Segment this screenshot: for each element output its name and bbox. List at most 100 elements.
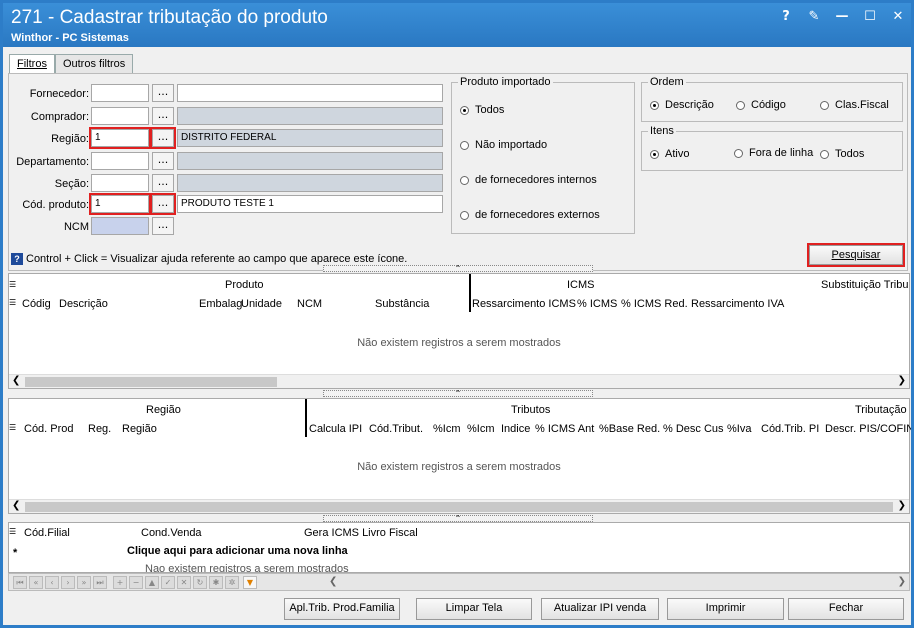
radio-fora-de-linha[interactable]: Fora de linha — [734, 147, 813, 159]
nav-next-page-icon[interactable]: » — [77, 576, 91, 589]
nav-prev-page-icon[interactable]: « — [29, 576, 43, 589]
scroll-left-icon[interactable]: ❮ — [12, 375, 20, 386]
apl-trib-prod-familia-button[interactable]: Apl.Trib. Prod.Familia — [284, 598, 400, 620]
horizontal-scrollbar[interactable]: ❮ ❯ — [9, 499, 909, 513]
col-embalagem[interactable]: Embalag — [199, 298, 242, 310]
edit-icon[interactable]: ✎ — [807, 9, 821, 24]
col-pct-icm-2[interactable]: %Icm — [467, 423, 495, 435]
nav-edit-icon[interactable]: ▲ — [145, 576, 159, 589]
col-calcula-ipi[interactable]: Calcula IPI — [309, 423, 362, 435]
col-cod-filial[interactable]: Cód.Filial — [24, 527, 70, 539]
help-icon[interactable]: ? — [779, 9, 793, 24]
scroll-right-icon[interactable]: ❯ — [898, 375, 906, 386]
col-descr-pis-cofins[interactable]: Descr. PIS/COFIN — [825, 423, 911, 435]
nav-next-icon[interactable]: › — [61, 576, 75, 589]
radio-fornecedores-internos[interactable]: de fornecedores internos — [460, 174, 597, 186]
radio-fornecedores-externos[interactable]: de fornecedores externos — [460, 209, 600, 221]
nav-filter-icon[interactable]: ▼ — [243, 576, 257, 589]
col-reg[interactable]: Reg. — [88, 423, 111, 435]
scroll-right-icon[interactable]: ❯ — [898, 500, 906, 511]
tab-outros-filtros[interactable]: Outros filtros — [54, 54, 134, 74]
horizontal-scrollbar[interactable]: ❮ ❯ — [9, 374, 909, 388]
scroll-thumb[interactable] — [25, 502, 893, 512]
col-cod-prod[interactable]: Cód. Prod — [24, 423, 74, 435]
departamento-code-input[interactable] — [91, 152, 149, 170]
nav-post-icon[interactable]: ✓ — [161, 576, 175, 589]
col-pct-icm-1[interactable]: %Icm — [433, 423, 461, 435]
maximize-icon[interactable]: ☐ — [863, 9, 877, 24]
atualizar-ipi-venda-button[interactable]: Atualizar IPI venda — [541, 598, 659, 620]
radio-nao-importado[interactable]: Não importado — [460, 139, 547, 151]
col-pct-iva[interactable]: %Iva — [727, 423, 751, 435]
fornecedor-search-button[interactable]: ... — [152, 84, 174, 102]
radio-ativo[interactable]: Ativo — [650, 148, 689, 160]
col-codigo[interactable]: Códig — [22, 298, 51, 310]
col-regiao[interactable]: Região — [122, 423, 157, 435]
radio-itens-todos[interactable]: Todos — [820, 148, 864, 160]
imprimir-button[interactable]: Imprimir — [667, 598, 784, 620]
scroll-left-icon[interactable]: ❮ — [12, 500, 20, 511]
nav-bookmark-icon[interactable]: ✱ — [209, 576, 223, 589]
navigator-bar: ⏮ « ‹ › » ⏭ + − ▲ ✓ ✕ ↻ ✱ ✲ ▼ ❮ ❯ — [8, 573, 910, 591]
nav-last-icon[interactable]: ⏭ — [93, 576, 107, 589]
col-cod-tribut[interactable]: Cód.Tribut. — [369, 423, 423, 435]
limpar-tela-button[interactable]: Limpar Tela — [416, 598, 532, 620]
scroll-thumb[interactable] — [25, 377, 277, 387]
nav-refresh-icon[interactable]: ↻ — [193, 576, 207, 589]
col-cond-venda[interactable]: Cond.Venda — [141, 527, 202, 539]
col-ressarcimento-iva[interactable]: Ressarcimento IVA — [691, 298, 784, 310]
col-indice[interactable]: Indice — [501, 423, 530, 435]
splitter-1[interactable]: ⌃ — [323, 265, 593, 273]
secao-search-button[interactable]: ... — [152, 174, 174, 192]
departamento-search-button[interactable]: ... — [152, 152, 174, 170]
splitter-3[interactable]: ⌃ — [323, 515, 593, 523]
col-pct-base-red[interactable]: %Base Red. — [599, 423, 660, 435]
col-pct-desc-cus[interactable]: % Desc Cus — [663, 423, 724, 435]
ncm-search-button[interactable]: ... — [152, 217, 174, 235]
regiao-code-input[interactable]: 1 — [89, 127, 151, 149]
splitter-2[interactable]: ⌃ — [323, 390, 593, 398]
col-gera-icms-livro-fiscal[interactable]: Gera ICMS Livro Fiscal — [304, 527, 418, 539]
column-chooser-icon[interactable]: ☰ — [9, 527, 16, 536]
nav-delete-icon[interactable]: − — [129, 576, 143, 589]
col-pct-icms-red[interactable]: % ICMS Red. — [621, 298, 688, 310]
nav-first-icon[interactable]: ⏮ — [13, 576, 27, 589]
column-chooser-icon[interactable]: ☰ — [9, 298, 16, 307]
radio-codigo[interactable]: Código — [736, 99, 786, 111]
pesquisar-button[interactable]: Pesquisar — [807, 243, 905, 267]
col-ressarcimento-icms[interactable]: Ressarcimento ICMS — [472, 298, 576, 310]
regiao-grid: Região Tributos Tributação ☰ Cód. Prod R… — [8, 398, 911, 514]
nav-cancel-icon[interactable]: ✕ — [177, 576, 191, 589]
cod-produto-search-button[interactable]: ... — [150, 193, 176, 215]
comprador-code-input[interactable] — [91, 107, 149, 125]
regiao-search-button[interactable]: ... — [150, 127, 176, 149]
fechar-button[interactable]: Fechar — [788, 598, 904, 620]
nav-goto-bookmark-icon[interactable]: ✲ — [225, 576, 239, 589]
col-descricao[interactable]: Descrição — [59, 298, 108, 310]
col-pct-icms[interactable]: % ICMS — [577, 298, 617, 310]
col-unidade[interactable]: Unidade — [241, 298, 282, 310]
title-bar: 271 - Cadastrar tributação do produto Wi… — [3, 3, 911, 47]
col-ncm[interactable]: NCM — [297, 298, 322, 310]
grid-menu-icon[interactable]: ☰ — [9, 280, 16, 289]
col-substancia[interactable]: Substância — [375, 298, 429, 310]
add-new-row[interactable]: Clique aqui para adicionar uma nova linh… — [127, 545, 348, 557]
tab-filtros[interactable]: Filtros — [9, 54, 55, 74]
cod-produto-input[interactable]: 1 — [89, 193, 151, 215]
scroll-right-icon[interactable]: ❯ — [898, 576, 906, 587]
comprador-search-button[interactable]: ... — [152, 107, 174, 125]
fornecedor-code-input[interactable] — [91, 84, 149, 102]
col-pct-icms-ant[interactable]: % ICMS Ant — [535, 423, 594, 435]
column-chooser-icon[interactable]: ☰ — [9, 423, 16, 432]
ncm-input[interactable] — [91, 217, 149, 235]
secao-code-input[interactable] — [91, 174, 149, 192]
radio-descricao[interactable]: Descrição — [650, 99, 714, 111]
radio-clas-fiscal[interactable]: Clas.Fiscal — [820, 99, 889, 111]
nav-prev-icon[interactable]: ‹ — [45, 576, 59, 589]
nav-add-icon[interactable]: + — [113, 576, 127, 589]
close-icon[interactable]: ✕ — [891, 9, 905, 24]
scroll-left-icon[interactable]: ❮ — [329, 576, 337, 587]
radio-todos[interactable]: Todos — [460, 104, 504, 116]
col-cod-trib-pis[interactable]: Cód.Trib. PI — [761, 423, 819, 435]
minimize-icon[interactable]: — — [835, 9, 849, 24]
